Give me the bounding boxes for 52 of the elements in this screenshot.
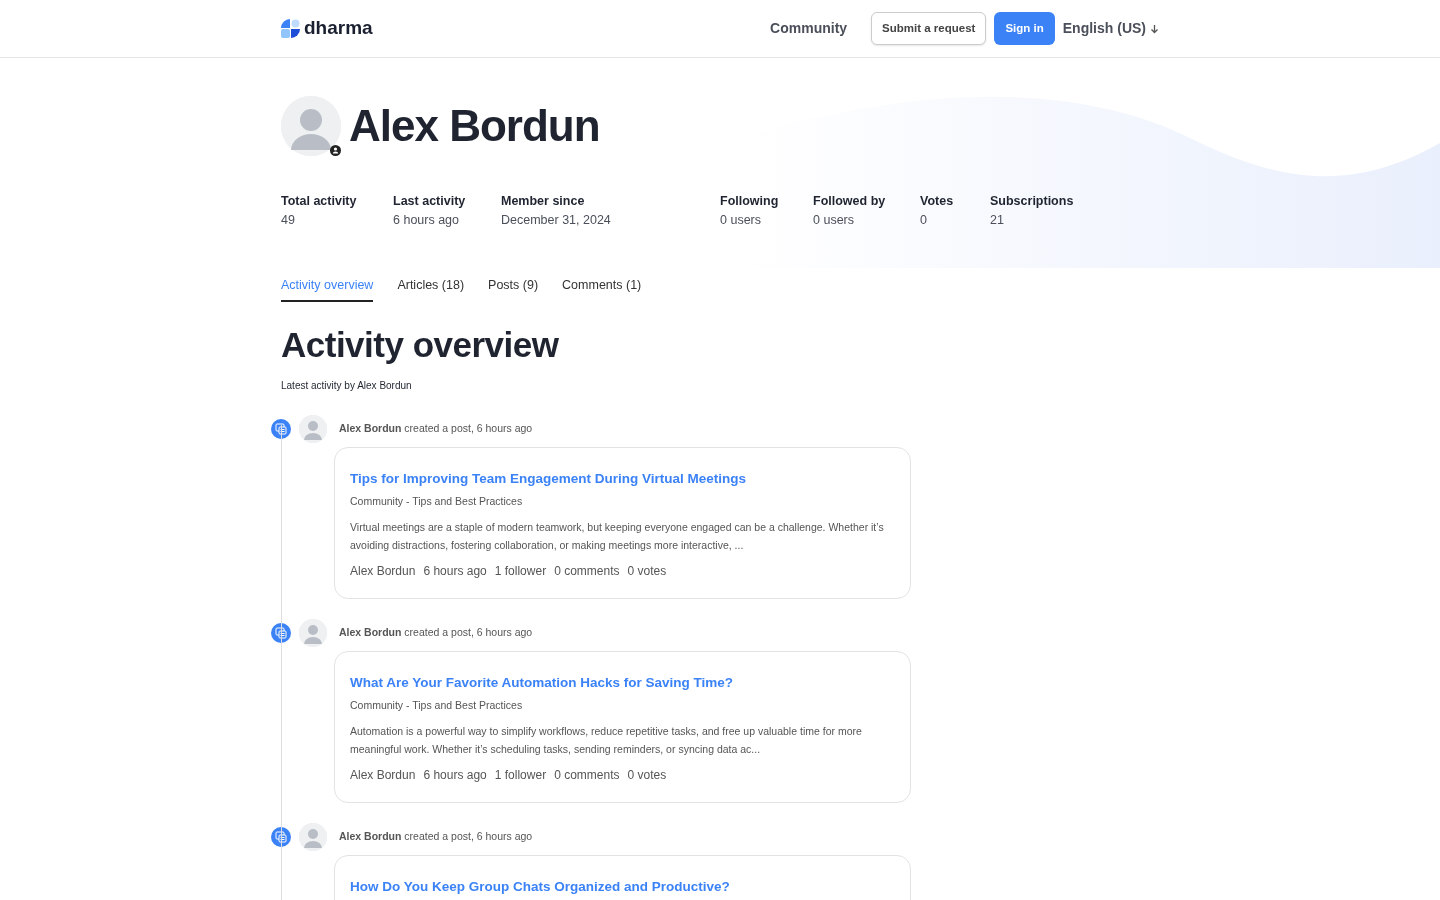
section-subtitle: Latest activity by Alex Bordun [281,379,413,394]
stat-value: 49 [281,211,296,229]
post-excerpt: Virtual meetings are a staple of modern teamwork, but keeping everyone engaged can be a challenge. Whether it’s avoiding distractions, fostering collaboration, or making meetings more interactive, ... [350,520,885,553]
post-meta: 1 follower [494,766,547,784]
tab[interactable]: Posts (9) [488,275,539,303]
tab[interactable]: Activity overview [281,275,374,303]
post-title-link[interactable]: What Are Your Favorite Automation Hacks for Saving Time? [350,675,734,690]
stat-label: Member since [501,193,586,210]
stat-label: Followed by [813,193,887,210]
post-meta: 0 comments [554,563,620,580]
language-selector[interactable]: English (US) [1062,18,1159,39]
tab[interactable]: Articles (18) [397,275,465,303]
stat-value: 21 [990,211,1005,229]
activity-text: Alex Bordun created a post, 6 hours ago [339,625,533,641]
stat-label: Last activity [393,193,467,210]
logo-text[interactable]: dharma [304,14,373,43]
activity-text: Alex Bordun created a post, 6 hours ago [339,421,533,437]
post-title-link[interactable]: Tips for Improving Team Engagement During Virtual Meetings [350,471,747,487]
stat-label: Subscriptions [990,193,1075,210]
stat-label: Votes [920,193,955,210]
post-meta: Alex Bordun [350,766,416,784]
post-meta: 1 follower [494,563,547,580]
section-title: Activity overview [281,324,560,367]
post-icon [271,419,291,440]
post-icon [271,826,291,847]
sign-in-button[interactable]: Sign in [994,11,1055,46]
stat-label: Following [720,193,780,210]
post-meta: 6 hours ago [423,563,487,580]
post-icon [271,623,291,643]
submit-request-button[interactable]: Submit a request [871,11,987,46]
post-category: Community - Tips and Best Practices [350,698,524,713]
nav-link[interactable]: Community [770,18,848,39]
post-meta: 0 votes [627,563,667,580]
logo-icon [281,19,300,38]
post-category: Community - Tips and Best Practices [350,494,524,510]
stat-label: Total activity [281,193,358,210]
stat-value: December 31, 2024 [501,211,612,229]
post-meta: 6 hours ago [423,766,487,784]
post-title-link[interactable]: How Do You Keep Group Chats Organized and Productive? [350,878,730,894]
activity-text: Alex Bordun created a post, 6 hours ago [339,828,533,844]
post-meta: Alex Bordun [350,563,416,580]
stat-value: 0 users [813,211,855,229]
stat-value: 6 hours ago [393,211,461,229]
profile-name: Alex Bordun [349,99,600,152]
arrow-down-icon [1150,23,1159,34]
post-excerpt: Automation is a powerful way to simplify workflows, reduce repetitive tasks, and free up valuable time for more meaningful work. Whether it’s scheduling tasks, sending reminders, or syncing data ac... [350,723,863,757]
stat-value: 0 [920,211,928,229]
stat-value: 0 users [720,211,762,229]
tab[interactable]: Comments (1) [562,275,642,303]
post-meta: 0 votes [627,766,667,784]
post-meta: 0 comments [554,766,620,784]
user-status-icon [330,145,341,156]
